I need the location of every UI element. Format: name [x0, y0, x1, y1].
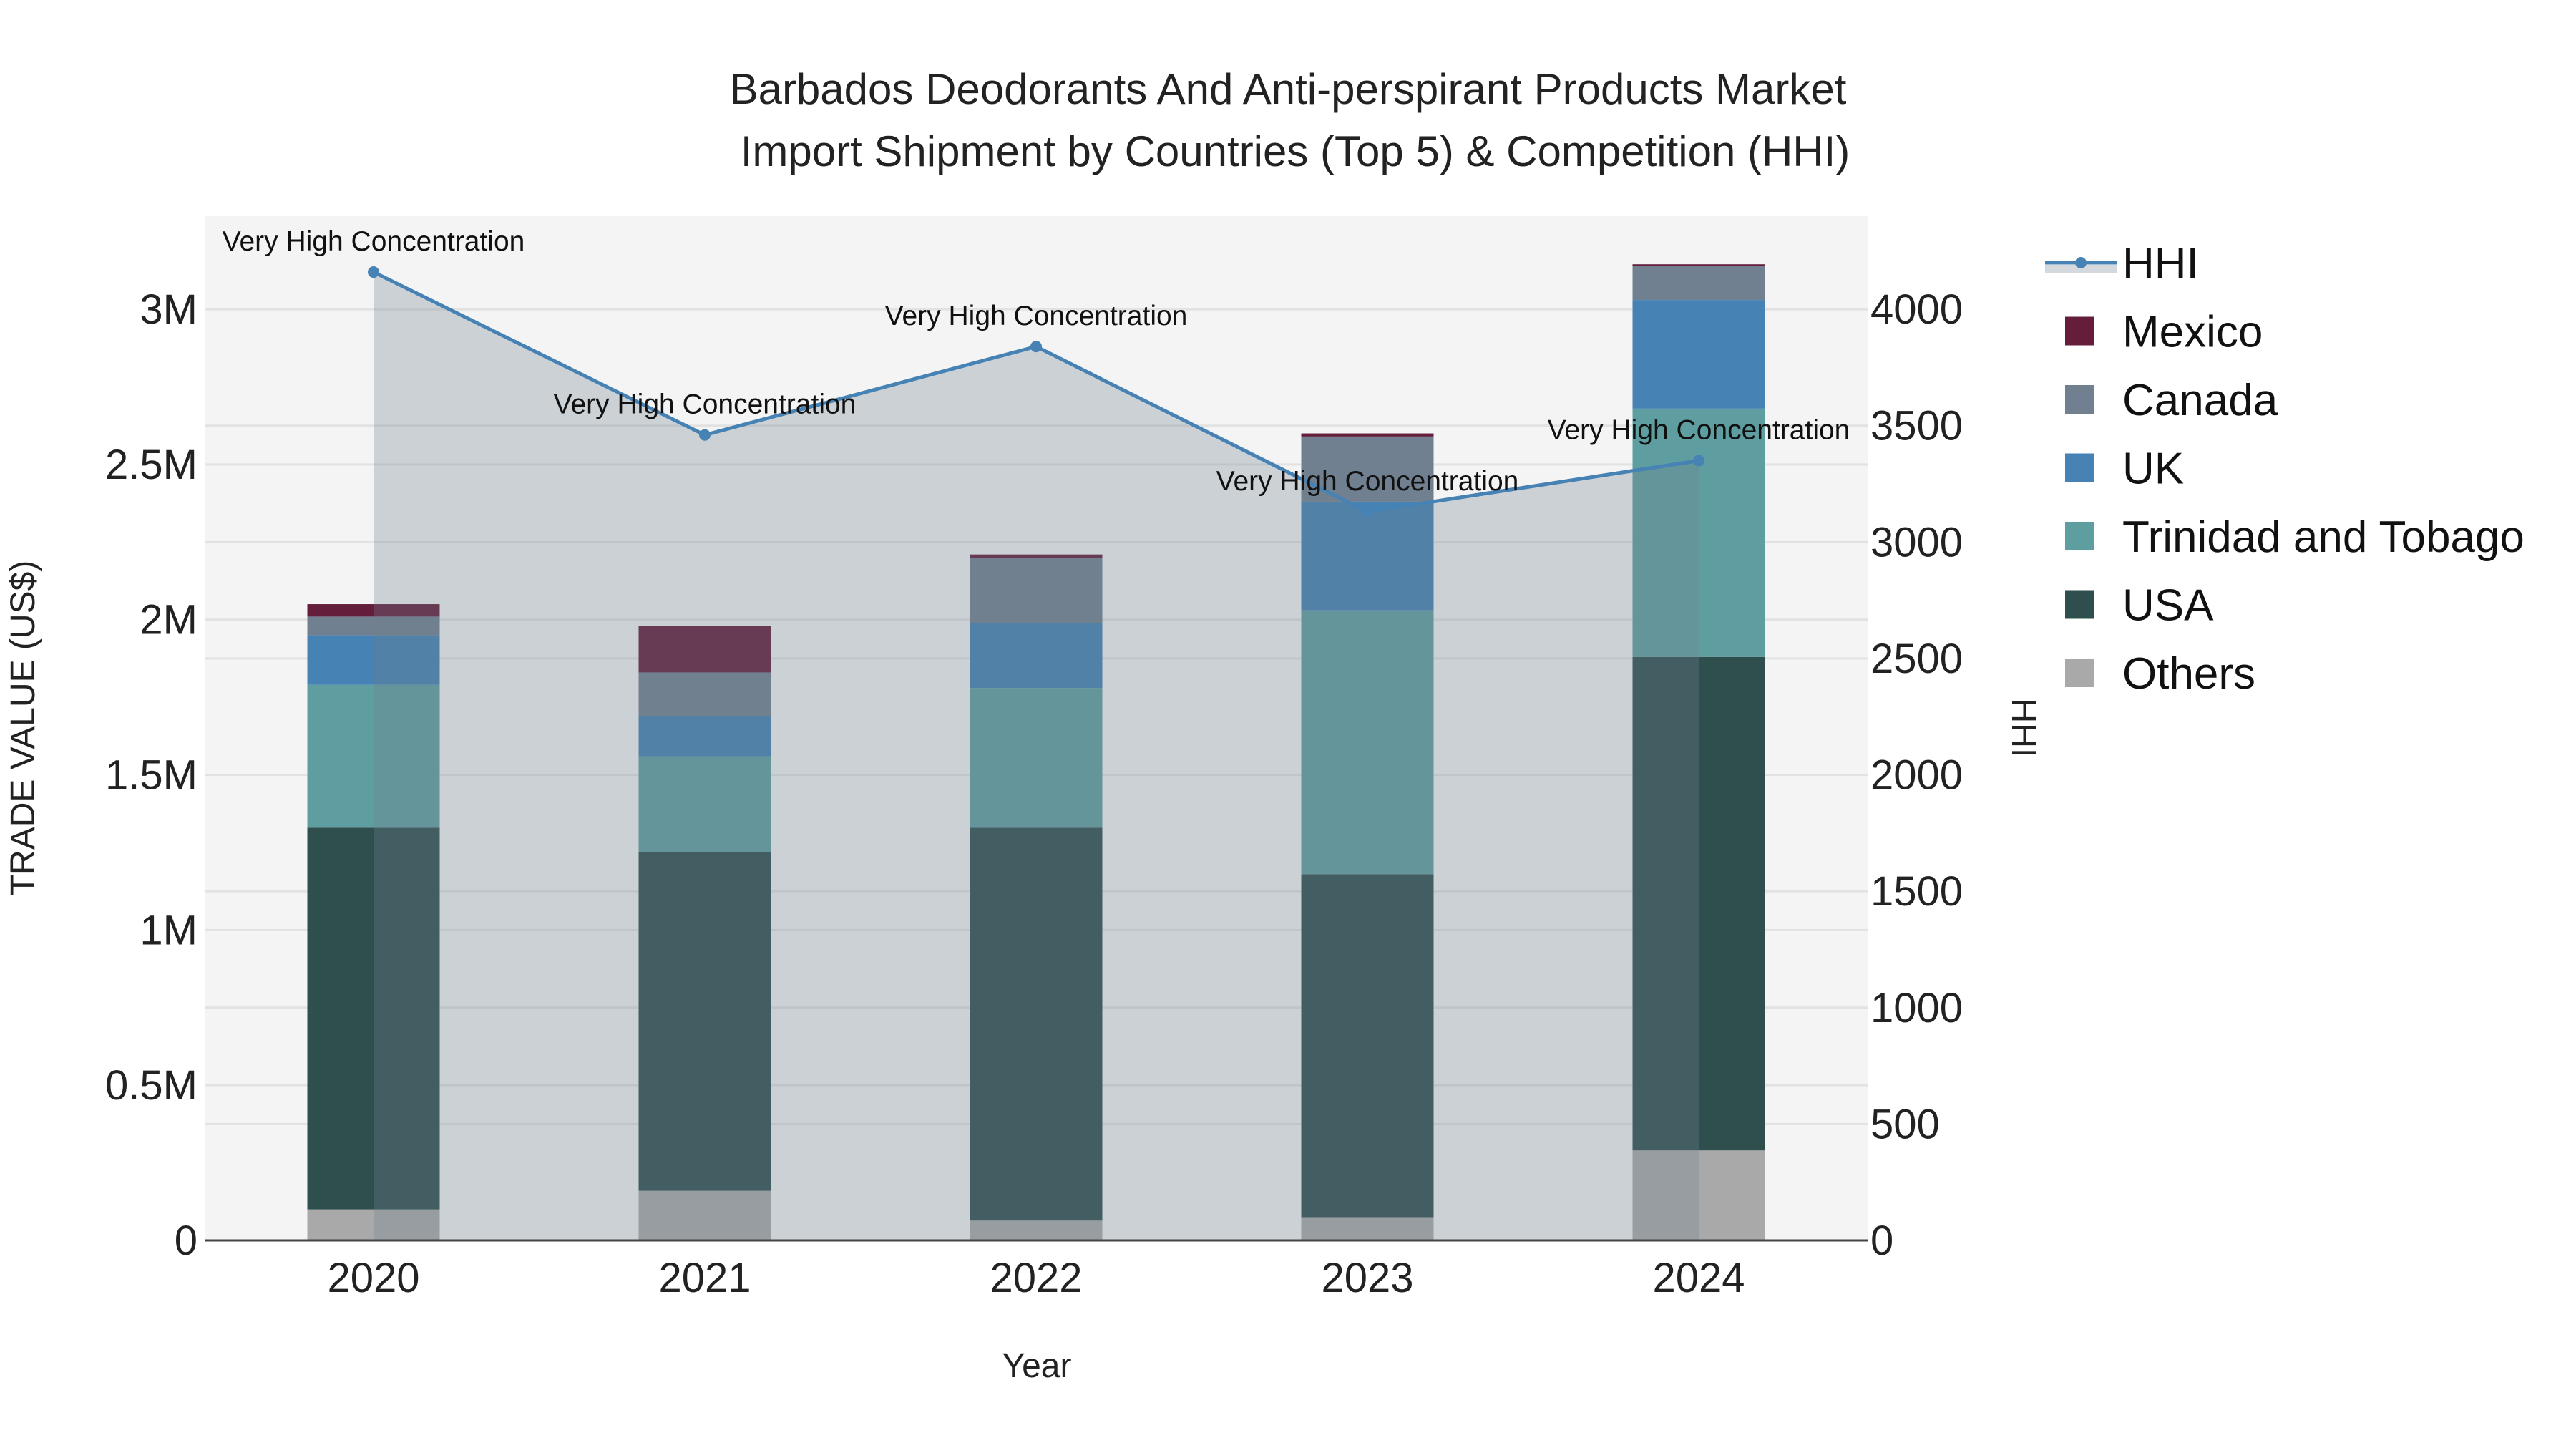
legend-swatch-trinidad-and-tobago	[2065, 522, 2094, 550]
legend-swatch-usa	[2065, 590, 2094, 619]
bar-uk	[1632, 300, 1765, 409]
legend-swatch-mexico	[2065, 316, 2094, 346]
legend-label: Trinidad and Tobago	[2122, 512, 2524, 562]
x-tick-label: 2024	[1652, 1255, 1745, 1301]
legend-swatch-others	[2065, 659, 2094, 687]
hhi-point	[1030, 341, 1042, 353]
bar-mexico	[1632, 264, 1765, 266]
y2-tick-label: 4000	[1870, 286, 1963, 333]
y2-tick-label: 3500	[1870, 403, 1963, 449]
y-tick-label: 2M	[140, 597, 197, 643]
hhi-annotation: Very High Concentration	[223, 226, 525, 257]
legend-label: UK	[2122, 444, 2184, 494]
y-tick-label: 0	[175, 1218, 197, 1264]
legend-label: Canada	[2122, 376, 2278, 425]
y-tick-label: 2.5M	[105, 442, 197, 488]
legend-label: Others	[2122, 649, 2255, 699]
x-tick-label: 2023	[1321, 1255, 1413, 1301]
hhi-annotation: Very High Concentration	[1216, 466, 1519, 497]
y2-tick-label: 2000	[1870, 752, 1963, 799]
y2-tick-label: 0	[1870, 1218, 1893, 1264]
chart: Very High Concentration Very High Concent…	[4, 65, 2524, 1385]
hhi-point	[699, 429, 711, 441]
chart-title-line1: Barbados Deodorants And Anti-perspirant …	[730, 65, 1847, 113]
y-tick-label: 1M	[140, 907, 197, 953]
legend-label: Mexico	[2122, 308, 2263, 357]
y-tick-label: 0.5M	[105, 1062, 197, 1109]
y2-tick-label: 1500	[1870, 868, 1963, 915]
y-tick-label: 3M	[140, 286, 197, 333]
y2-tick-label: 1000	[1870, 985, 1963, 1031]
bar-canada	[1632, 266, 1765, 301]
y2-tick-label: 500	[1870, 1101, 1940, 1147]
y2-tick-label: 3000	[1870, 519, 1963, 565]
x-tick-label: 2020	[327, 1255, 419, 1301]
x-tick-label: 2021	[658, 1255, 751, 1301]
hhi-point	[1362, 506, 1373, 518]
chart-title-line2: Import Shipment by Countries (Top 5) & C…	[741, 127, 1850, 175]
hhi-annotation: Very High Concentration	[1548, 414, 1850, 445]
legend: HHI Mexico Canada UK Trinidad and Tobago USA O…	[2045, 239, 2524, 699]
legend-label: HHI	[2122, 239, 2199, 288]
y2-tick-label: 2500	[1870, 636, 1963, 682]
hhi-annotation: Very High Concentration	[554, 389, 857, 420]
hhi-point	[1693, 455, 1704, 467]
legend-swatch-canada	[2065, 385, 2094, 414]
y-tick-label: 1.5M	[105, 752, 197, 799]
x-axis-title: Year	[1002, 1347, 1072, 1385]
y-axis-title: TRADE VALUE (US$)	[4, 560, 42, 896]
hhi-point	[368, 266, 379, 278]
y2-axis-title: HHI	[2004, 699, 2042, 758]
legend-label: USA	[2122, 581, 2214, 631]
x-tick-label: 2022	[990, 1255, 1082, 1301]
legend-swatch-uk	[2065, 453, 2094, 482]
hhi-annotation: Very High Concentration	[885, 301, 1188, 331]
legend-hhi-marker-icon	[2075, 257, 2087, 268]
bar-mexico	[1301, 433, 1434, 437]
